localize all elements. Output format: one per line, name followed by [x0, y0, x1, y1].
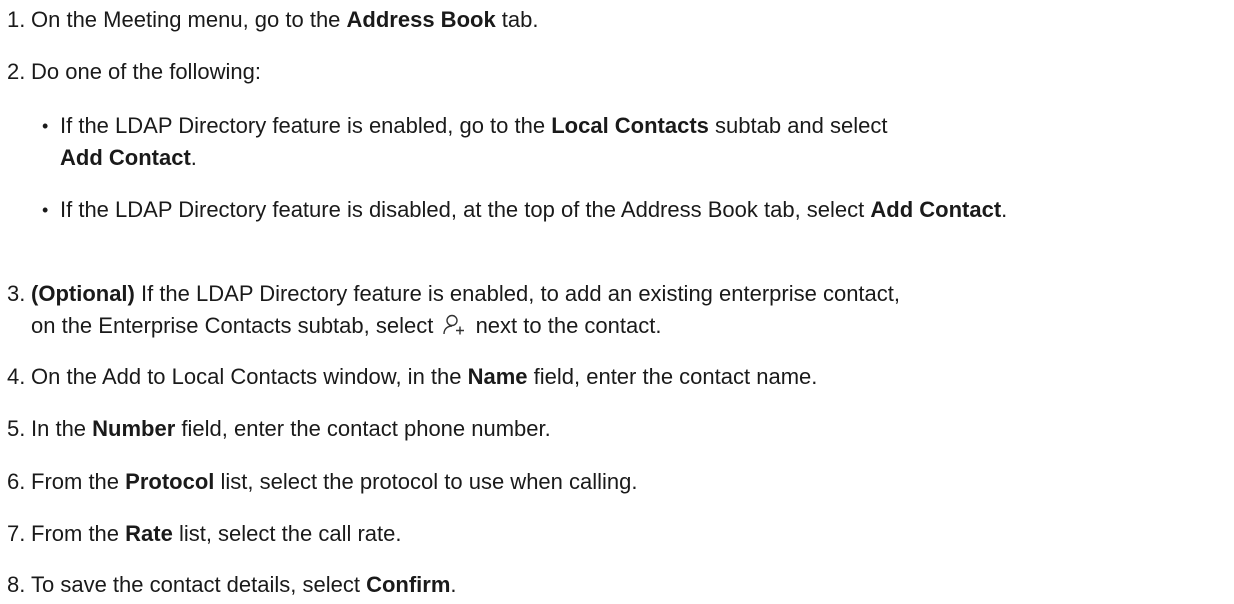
step-number: 1.	[7, 7, 26, 32]
add-contact-icon	[442, 313, 466, 337]
bullet-text: If the LDAP Directory feature is enabled…	[60, 113, 888, 170]
bullet-marker: •	[42, 200, 49, 220]
step-number: 6.	[7, 469, 26, 494]
step-text: (Optional) If the LDAP Directory feature…	[31, 281, 901, 306]
ui-term: Name	[467, 364, 528, 389]
optional-label: (Optional)	[31, 281, 135, 306]
step-text: On the Add to Local Contacts window, in …	[31, 364, 818, 389]
step-text: From the Rate list, select the call rate…	[31, 521, 402, 546]
ui-term: Address Book	[346, 7, 496, 32]
step-text: In the Number field, enter the contact p…	[31, 416, 551, 441]
bullet-text: If the LDAP Directory feature is disable…	[60, 197, 1008, 222]
ui-term: Add Contact	[870, 197, 1002, 222]
ui-term: Rate	[125, 521, 173, 546]
ui-term: Local Contacts	[551, 113, 709, 138]
step-number: 8.	[7, 572, 26, 597]
bullet-marker: •	[42, 116, 49, 136]
ui-term: Add Contact	[60, 145, 191, 170]
step-number: 3.	[7, 281, 26, 306]
step-text: On the Meeting menu, go to the Address B…	[31, 7, 539, 32]
ui-term: Confirm	[366, 572, 451, 597]
step-text: From the Protocol list, select the proto…	[31, 469, 638, 494]
step-number: 5.	[7, 416, 26, 441]
step-text: Do one of the following:	[31, 59, 261, 84]
step-text: on the Enterprise Contacts subtab, selec…	[31, 313, 662, 338]
ui-term: Protocol	[125, 469, 215, 494]
ui-term: Number	[92, 416, 176, 441]
step-number: 2.	[7, 59, 26, 84]
step-number: 4.	[7, 364, 26, 389]
step-number: 7.	[7, 521, 26, 546]
step-text: To save the contact details, select Conf…	[31, 572, 457, 597]
